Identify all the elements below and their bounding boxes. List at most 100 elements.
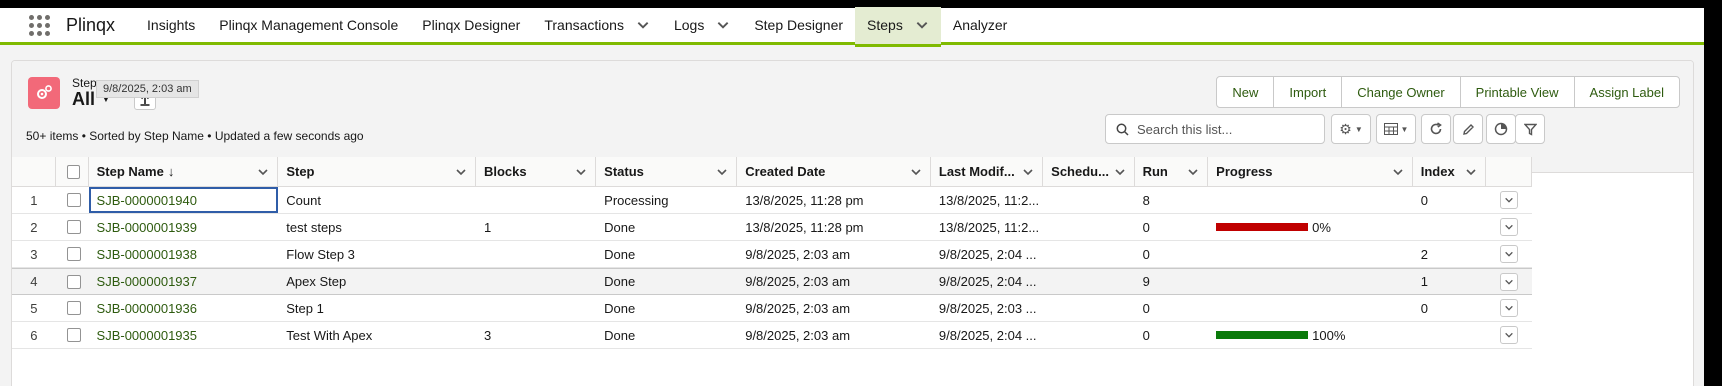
row-actions-cell [1486,269,1532,294]
row-checkbox[interactable] [66,328,81,342]
table-row[interactable]: 4 SJB-0000001937 Apex Step Done 9/8/2025, 2:… [12,268,1532,295]
select-all-checkbox[interactable] [66,164,80,179]
printable-view-button[interactable]: Printable View [1461,77,1575,107]
column-header-step[interactable]: Step [278,157,476,186]
nav-tab-step-designer[interactable]: Step Designer [742,7,855,44]
row-checkbox[interactable] [66,193,81,207]
status-cell: Done [604,274,636,289]
new-button[interactable]: New [1217,77,1275,107]
chevron-down-icon [1505,251,1513,257]
column-header-blocks[interactable]: Blocks [476,157,597,186]
created-date-cell: 9/8/2025, 2:03 am [745,327,851,343]
search-input[interactable] [1137,121,1317,137]
step-name-cell: SJB-0000001938 [89,241,279,267]
step-name-cell: SJB-0000001940 [88,187,279,213]
table-row[interactable]: 2 SJB-0000001939 test steps 1 Done 13/8/2025,… [12,214,1532,241]
column-menu-chevron-icon[interactable] [716,166,728,178]
status-cell: Done [604,246,636,262]
chevron-down-icon[interactable] [716,18,730,32]
nav-tab-steps[interactable]: Steps [855,6,941,47]
progress-bar: 100% [1216,328,1345,343]
row-actions-button[interactable] [1500,326,1519,344]
nav-tab-label: Plinqx Management Console [219,17,399,33]
blocks-cell [476,295,596,321]
column-menu-chevron-icon[interactable] [1114,166,1126,178]
step-name-cell: SJB-0000001935 [89,322,279,348]
column-header-run[interactable]: Run [1135,157,1209,186]
table-row[interactable]: 5 SJB-0000001936 Step 1 Done 9/8/2025, 2:03 … [12,295,1532,322]
blocks-cell: 1 [483,219,492,235]
column-header-step-name[interactable]: Step Name ↓ [89,157,279,186]
table-row[interactable]: 1 SJB-0000001940 Count Processing 13/8/2025,… [12,187,1532,214]
filter-button[interactable] [1515,114,1545,144]
column-menu-chevron-icon[interactable] [257,166,269,178]
row-actions-button[interactable] [1500,191,1519,209]
last-modified-cell: 13/8/2025, 11:2... [938,219,1040,235]
status-cell: Done [604,327,636,343]
nav-tab-transactions[interactable]: Transactions [532,7,662,44]
chevron-down-icon [1505,332,1513,338]
column-header-schedu[interactable]: Schedu... [1043,157,1135,186]
app-launcher-icon[interactable] [26,12,52,38]
row-checkbox[interactable] [66,247,81,261]
row-select-cell [56,322,89,348]
row-checkbox[interactable] [66,220,81,234]
refresh-button[interactable] [1421,114,1451,144]
column-menu-chevron-icon[interactable] [455,166,467,178]
row-number: 6 [30,327,38,343]
last-modified-cell: 9/8/2025, 2:04 ... [938,274,1037,289]
row-actions-button[interactable] [1500,245,1519,263]
row-checkbox[interactable] [66,274,81,289]
table-row[interactable]: 3 SJB-0000001938 Flow Step 3 Done 9/8/2025, … [12,241,1532,268]
display-as-button[interactable]: ▼ [1376,114,1416,144]
created-date-cell: 13/8/2025, 11:28 pm [745,219,864,235]
nav-tab-logs[interactable]: Logs [662,7,742,44]
step-name-link[interactable]: SJB-0000001938 [97,247,197,262]
row-number: 2 [30,219,38,235]
column-header-last-modif[interactable]: Last Modif... [931,157,1044,186]
table-row[interactable]: 6 SJB-0000001935 Test With Apex 3 Done 9/8/20… [12,322,1532,349]
step-name-link[interactable]: SJB-0000001935 [97,328,197,343]
index-cell: 0 [1420,192,1429,208]
table-header-row: Step Name ↓ Step Blocks Status Created Date La… [12,157,1533,187]
step-cell: Apex Step [286,274,347,289]
list-settings-button[interactable]: ⚙ ▼ [1331,114,1371,144]
nav-tab-analyzer[interactable]: Analyzer [941,7,1019,44]
column-menu-chevron-icon[interactable] [1022,166,1034,178]
column-header-created-date[interactable]: Created Date [737,157,931,186]
nav-tab-plinqx-management-console[interactable]: Plinqx Management Console [207,7,410,44]
import-button[interactable]: Import [1274,77,1343,107]
nav-tab-plinqx-designer[interactable]: Plinqx Designer [410,7,532,44]
column-header-progress[interactable]: Progress [1208,157,1413,186]
step-name-link[interactable]: SJB-0000001940 [97,193,197,208]
row-number: 1 [30,192,38,208]
run-cell: 0 [1142,327,1150,343]
inline-edit-button[interactable] [1453,114,1483,144]
nav-tab-label: Plinqx Designer [422,17,521,33]
scheduled-cell [1043,269,1134,294]
charts-button[interactable] [1486,114,1516,144]
change-owner-button[interactable]: Change Owner [1342,77,1461,107]
column-menu-chevron-icon[interactable] [1465,166,1477,178]
progress-cell [1208,187,1413,213]
column-menu-chevron-icon[interactable] [1187,166,1199,178]
step-name-link[interactable]: SJB-0000001937 [97,274,197,289]
row-actions-button[interactable] [1500,218,1519,236]
row-checkbox[interactable] [66,301,81,315]
column-menu-chevron-icon[interactable] [1392,166,1404,178]
nav-tab-insights[interactable]: Insights [135,7,207,44]
column-header-status[interactable]: Status [596,157,738,186]
column-menu-chevron-icon[interactable] [910,166,922,178]
column-menu-chevron-icon[interactable] [575,166,587,178]
chevron-down-icon[interactable] [915,18,929,32]
assign-label-button[interactable]: Assign Label [1575,77,1679,107]
chevron-down-icon [1505,197,1513,203]
nav-tab-label: Steps [867,17,903,33]
column-header-index[interactable]: Index [1413,157,1487,186]
step-name-link[interactable]: SJB-0000001939 [97,220,197,235]
row-actions-button[interactable] [1500,299,1519,317]
step-name-link[interactable]: SJB-0000001936 [97,301,197,316]
row-actions-button[interactable] [1500,272,1519,291]
chevron-down-icon[interactable] [636,18,650,32]
status-cell: Processing [604,192,669,208]
